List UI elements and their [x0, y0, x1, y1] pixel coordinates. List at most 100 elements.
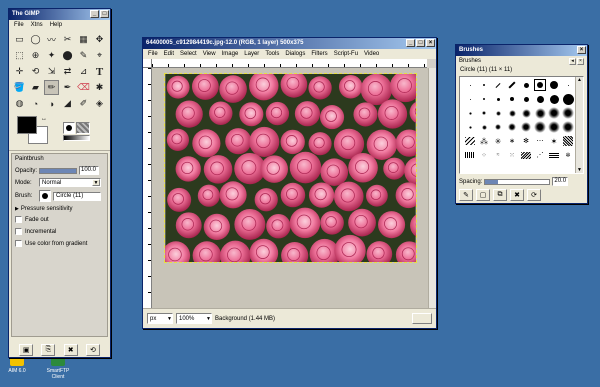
sharpen-tool-icon[interactable]: ◢: [60, 96, 75, 111]
perspective-tool-icon[interactable]: ⊿: [76, 64, 91, 79]
toolbox-titlebar[interactable]: The GIMP _ □: [9, 9, 110, 20]
menu-video[interactable]: Video: [364, 49, 379, 59]
brush-cell[interactable]: [506, 79, 518, 91]
eraser-tool-icon[interactable]: ⌫: [76, 80, 91, 95]
scrollbar-vertical[interactable]: [428, 68, 436, 308]
mode-dropdown[interactable]: Normal ▼: [39, 178, 101, 187]
delete-options-button[interactable]: ✖: [63, 344, 78, 356]
restore-options-button[interactable]: ⎘: [41, 344, 56, 356]
brushes-scrollbar[interactable]: ▲ ▼: [575, 77, 583, 173]
menu-help[interactable]: Help: [50, 20, 62, 30]
save-options-button[interactable]: ▣: [19, 344, 34, 356]
brush-preview-button[interactable]: [39, 190, 51, 202]
panel-close-icon[interactable]: ×: [577, 57, 584, 65]
brush-cell[interactable]: [464, 135, 476, 147]
color-picker-tool-icon[interactable]: ✐: [76, 96, 91, 111]
zoom-dropdown[interactable]: 100% ▼: [176, 313, 212, 324]
brush-cell[interactable]: [478, 107, 490, 119]
cancel-button[interactable]: [412, 313, 432, 324]
brush-cell[interactable]: [492, 79, 504, 91]
brush-cell-selected[interactable]: [534, 79, 546, 91]
brush-cell[interactable]: ✻: [520, 135, 532, 147]
airbrush-tool-icon[interactable]: ✱: [92, 80, 107, 95]
scroll-down-arrow-icon[interactable]: ▼: [576, 167, 583, 173]
horizontal-ruler[interactable]: [152, 59, 427, 68]
fuzzy-select-tool-icon[interactable]: ✦: [44, 48, 59, 63]
opacity-slider[interactable]: [39, 167, 77, 174]
clone-tool-icon[interactable]: ◍: [12, 96, 27, 111]
brush-cell[interactable]: ✳: [492, 135, 504, 147]
move-tool-icon[interactable]: ✥: [92, 32, 107, 47]
brush-cell[interactable]: ⁙: [506, 149, 518, 161]
image-window-titlebar[interactable]: 64400005_c912984419c.jpg-12.0 (RGB, 1 la…: [143, 38, 436, 49]
scroll-up-arrow-icon[interactable]: ▲: [576, 77, 583, 83]
brush-cell[interactable]: [464, 121, 476, 133]
unit-dropdown[interactable]: px ▼: [147, 313, 173, 324]
brush-cell[interactable]: [478, 79, 490, 91]
brush-cell[interactable]: [534, 93, 546, 105]
menu-script-fu[interactable]: Script-Fu: [334, 49, 358, 59]
brush-cell[interactable]: [520, 93, 532, 105]
flip-tool-icon[interactable]: ⇄: [60, 64, 75, 79]
brush-cell[interactable]: [506, 107, 518, 119]
maximize-button[interactable]: □: [416, 39, 425, 47]
paintbrush-tool-icon[interactable]: ✏: [44, 80, 59, 95]
brush-cell[interactable]: ⁘: [478, 149, 490, 161]
brush-cell[interactable]: [492, 121, 504, 133]
minimize-button[interactable]: _: [90, 10, 99, 18]
menu-dialogs[interactable]: Dialogs: [285, 49, 305, 59]
brush-cell[interactable]: [534, 121, 546, 133]
active-pattern-preview[interactable]: [76, 121, 90, 134]
menu-file[interactable]: File: [148, 49, 158, 59]
paths-tool-icon[interactable]: ⬤: [60, 48, 75, 63]
brush-cell[interactable]: [492, 107, 504, 119]
brush-cell[interactable]: [548, 93, 560, 105]
brush-cell[interactable]: [492, 93, 504, 105]
foreground-color-swatch[interactable]: [17, 116, 37, 134]
reset-options-button[interactable]: ⟲: [85, 344, 100, 356]
brush-cell[interactable]: [562, 107, 574, 119]
brush-cell[interactable]: [520, 149, 532, 161]
brush-cell[interactable]: [520, 121, 532, 133]
dodge-burn-tool-icon[interactable]: ◑: [44, 96, 59, 111]
brush-cell[interactable]: [520, 79, 532, 91]
delete-brush-button[interactable]: ✖: [510, 189, 524, 201]
brush-cell[interactable]: [464, 149, 476, 161]
brush-cell[interactable]: [562, 135, 574, 147]
brush-cell[interactable]: ⁂: [478, 135, 490, 147]
brush-cell[interactable]: [548, 121, 560, 133]
minimize-button[interactable]: _: [406, 39, 415, 47]
brush-cell[interactable]: [464, 107, 476, 119]
brush-cell[interactable]: [548, 107, 560, 119]
edit-brush-button[interactable]: ✎: [459, 189, 473, 201]
blend-tool-icon[interactable]: ▰: [28, 80, 43, 95]
close-button[interactable]: ×: [426, 39, 435, 47]
spacing-input[interactable]: 20.0: [552, 177, 569, 186]
menu-xtns[interactable]: Xtns: [31, 20, 43, 30]
brush-cell[interactable]: [534, 107, 546, 119]
brushes-titlebar[interactable]: Brushes ×: [456, 45, 587, 56]
zoom-tool-icon[interactable]: ⊕: [28, 48, 43, 63]
brush-cell[interactable]: [478, 121, 490, 133]
brush-cell[interactable]: [464, 93, 476, 105]
brush-cell[interactable]: [520, 107, 532, 119]
brush-cell[interactable]: [548, 149, 560, 161]
brush-cell[interactable]: ⋯: [534, 135, 546, 147]
duplicate-brush-button[interactable]: ⧉: [493, 189, 507, 201]
brush-cell[interactable]: [478, 93, 490, 105]
brush-cell[interactable]: ✶: [548, 135, 560, 147]
brush-cell[interactable]: ∗: [506, 135, 518, 147]
menu-select[interactable]: Select: [180, 49, 197, 59]
heal-tool-icon[interactable]: ◈: [92, 96, 107, 111]
panel-menu-icon[interactable]: ◂: [569, 57, 576, 65]
fade-out-checkbox[interactable]: [15, 216, 22, 223]
crop-tool-icon[interactable]: ⬚: [12, 48, 27, 63]
menu-tools[interactable]: Tools: [265, 49, 279, 59]
brush-cell[interactable]: ✲: [562, 149, 574, 161]
text-tool-icon[interactable]: T: [92, 64, 107, 79]
canvas-area[interactable]: [152, 68, 436, 308]
brush-cell[interactable]: [548, 79, 560, 91]
menu-filters[interactable]: Filters: [311, 49, 327, 59]
navigate-corner[interactable]: [427, 59, 436, 68]
maximize-button[interactable]: □: [100, 10, 109, 18]
